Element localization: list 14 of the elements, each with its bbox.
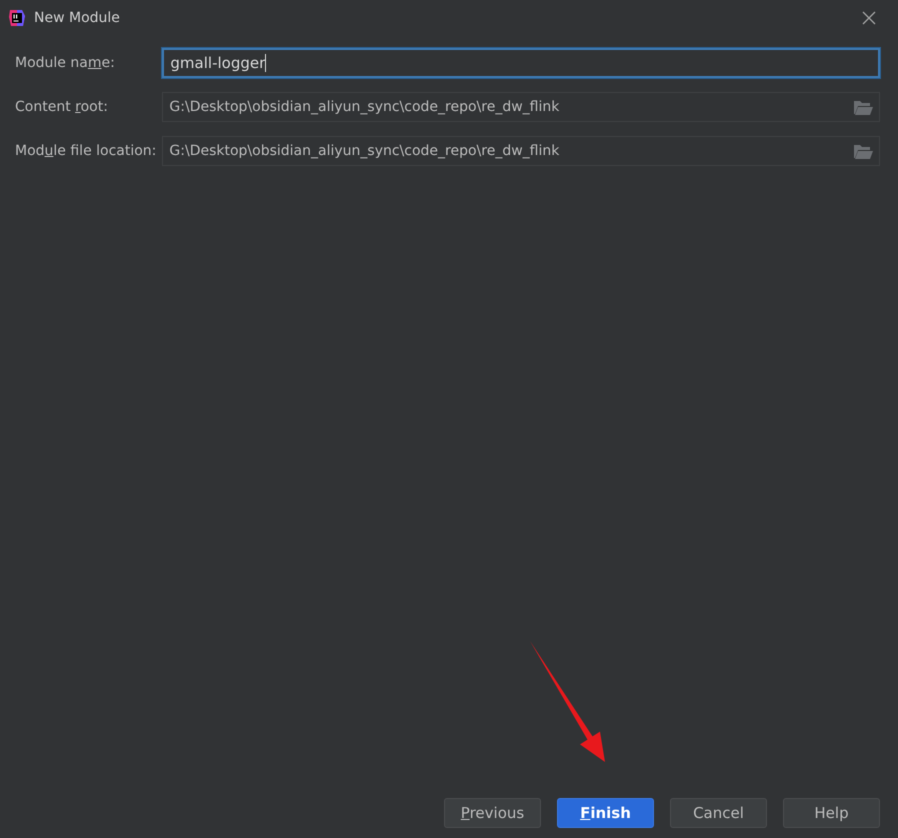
text-field[interactable]: G:\Desktop\obsidian_aliyun_sync\code_repo\re_dw_flink bbox=[162, 136, 880, 166]
text-field[interactable]: gmall-logger bbox=[162, 48, 880, 78]
dialog-button[interactable]: Cancel bbox=[670, 798, 767, 828]
dialog-button[interactable]: Help bbox=[783, 798, 880, 828]
window-title: New Module bbox=[34, 8, 120, 28]
field-label: Module file location: bbox=[15, 142, 156, 160]
folder-icon[interactable] bbox=[854, 144, 873, 158]
folder-icon[interactable] bbox=[854, 100, 873, 114]
field-label: Content root: bbox=[15, 98, 109, 116]
dialog-button[interactable]: Finish bbox=[557, 798, 654, 828]
dialog-button[interactable]: Previous bbox=[444, 798, 541, 828]
app-logo-icon bbox=[8, 9, 26, 27]
field-label: Module name: bbox=[15, 54, 116, 72]
text-field[interactable]: G:\Desktop\obsidian_aliyun_sync\code_repo\re_dw_flink bbox=[162, 92, 880, 122]
